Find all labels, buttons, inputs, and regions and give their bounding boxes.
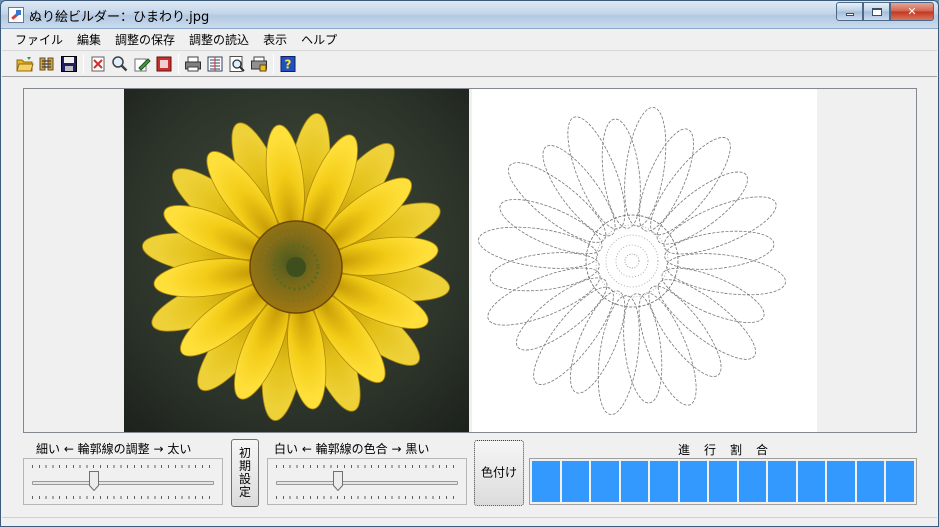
image-panel	[23, 88, 917, 433]
reset-defaults-button[interactable]: 初期設定	[231, 439, 259, 507]
status-strip	[2, 517, 937, 526]
progress-block	[591, 461, 619, 502]
progress-block	[561, 461, 590, 502]
title-bar[interactable]: ぬり絵ビルダー：ひまわり.jpg ✕	[1, 1, 938, 29]
window-title: ぬり絵ビルダー：ひまわり.jpg	[29, 10, 210, 25]
outline-width-label: 細い ← 輪郭線の調整 → 太い	[36, 442, 192, 456]
print-preview-button[interactable]	[226, 53, 248, 75]
menu-bar: ファイル 編集 調整の保存 調整の読込 表示 ヘルプ	[2, 30, 937, 49]
caption-buttons: ✕	[836, 2, 934, 21]
progress-block	[620, 461, 649, 502]
edit-pencil-icon	[134, 57, 151, 71]
settings-chain-icon	[39, 57, 54, 70]
outline-width-slider[interactable]	[23, 458, 223, 505]
line-color-slider[interactable]	[267, 458, 467, 505]
settings-button[interactable]	[36, 53, 58, 75]
minimize-button[interactable]	[836, 2, 863, 21]
progress-block	[856, 461, 885, 502]
source-photo	[124, 89, 469, 432]
progress-block	[532, 461, 560, 502]
progress-title: 進行割合	[677, 443, 782, 457]
colorize-label: 色付け	[480, 465, 517, 480]
open-button[interactable]	[14, 53, 36, 75]
toolbar: ?	[2, 50, 937, 77]
progress-block	[827, 461, 855, 502]
maximize-icon	[871, 7, 882, 16]
image-button[interactable]	[153, 53, 175, 75]
save-button[interactable]	[58, 53, 80, 75]
print-preview-icon	[229, 55, 245, 72]
printer-settings-button[interactable]	[248, 53, 270, 75]
line-color-thumb[interactable]	[333, 471, 344, 491]
toolbar-separator	[83, 53, 84, 74]
colorize-button[interactable]: 色付け	[474, 440, 524, 506]
slider-track	[276, 481, 458, 485]
app-icon[interactable]	[8, 7, 24, 23]
zoom-icon	[112, 55, 128, 71]
print-setup-button[interactable]	[204, 53, 226, 75]
menu-load-adjustment[interactable]: 調整の読込	[182, 31, 256, 48]
progress-bar	[529, 458, 917, 505]
zoom-button[interactable]	[109, 53, 131, 75]
save-disk-icon	[61, 55, 77, 72]
edit-button[interactable]	[131, 53, 153, 75]
progress-block	[650, 461, 678, 502]
print-icon	[185, 56, 201, 71]
menu-view[interactable]: 表示	[256, 31, 294, 48]
close-icon: ✕	[907, 5, 917, 18]
maximize-button[interactable]	[863, 2, 890, 21]
open-folder-icon	[16, 56, 34, 71]
line-color-label: 白い ← 輪郭線の色合 → 黒い	[274, 442, 430, 456]
progress-block	[797, 461, 826, 502]
line-art-preview	[472, 89, 817, 432]
svg-text:?: ?	[285, 57, 292, 71]
outline-width-thumb[interactable]	[89, 471, 100, 491]
progress-block	[679, 461, 708, 502]
slider-ticks-top	[32, 465, 214, 468]
menu-help[interactable]: ヘルプ	[294, 31, 344, 48]
progress-block	[709, 461, 737, 502]
menu-save-adjustment[interactable]: 調整の保存	[108, 31, 182, 48]
close-button[interactable]: ✕	[890, 2, 934, 21]
app-window: ぬり絵ビルダー：ひまわり.jpg ✕ ファイル 編集 調整の保存 調整の読込 表…	[0, 0, 939, 527]
menu-edit[interactable]: 編集	[70, 31, 108, 48]
slider-track	[32, 481, 214, 485]
minimize-icon	[845, 13, 854, 16]
print-setup-icon	[207, 56, 223, 71]
printer-settings-icon	[251, 56, 267, 71]
help-button[interactable]: ?	[277, 53, 299, 75]
toolbar-separator	[273, 53, 274, 74]
help-icon: ?	[280, 55, 296, 72]
progress-block	[738, 461, 767, 502]
slider-ticks-bottom	[32, 496, 214, 499]
menu-file[interactable]: ファイル	[8, 31, 70, 48]
slider-ticks-top	[276, 465, 458, 468]
reset-defaults-label: 初期設定	[238, 446, 251, 499]
progress-block	[886, 461, 914, 502]
clear-icon	[91, 56, 105, 71]
slider-ticks-bottom	[276, 496, 458, 499]
toolbar-separator	[178, 53, 179, 74]
clear-button[interactable]	[87, 53, 109, 75]
progress-block	[768, 461, 796, 502]
image-red-icon	[156, 56, 172, 71]
print-button[interactable]	[182, 53, 204, 75]
